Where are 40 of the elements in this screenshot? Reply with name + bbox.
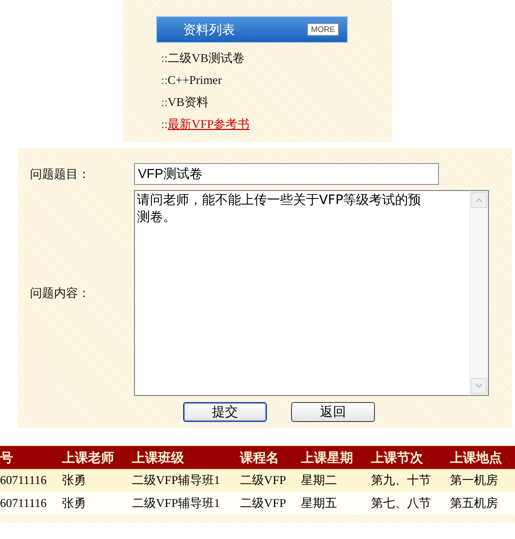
column-header: 课程名 <box>238 448 280 466</box>
resource-link[interactable]: 最新VFP参考书 <box>168 115 250 133</box>
more-button[interactable]: MORE <box>307 23 339 36</box>
scroll-up-icon[interactable] <box>471 192 487 208</box>
column-header: 上课班级 <box>131 448 185 466</box>
bullet-marker: :: <box>161 72 168 89</box>
table-cell-text: 第七、八节 <box>370 495 432 512</box>
table-cell-text: 第九、十节 <box>370 472 432 489</box>
resource-link[interactable]: 二级VB测试卷 <box>168 49 244 67</box>
column-header: 号 <box>0 448 14 466</box>
resource-link[interactable]: VB资料 <box>168 93 208 111</box>
table-cell-text: 二级VFP辅导班1 <box>131 495 222 512</box>
table-cell-text: 张勇 <box>61 472 87 489</box>
table-cell-text: 星期二 <box>300 472 338 489</box>
content-field[interactable]: 请问老师，能不能上传一些关于VFP等级考试的预测卷。 <box>134 190 469 396</box>
submit-button[interactable]: 提交 <box>183 402 267 422</box>
column-header: 上课星期 <box>300 448 354 466</box>
scroll-down-icon[interactable] <box>471 378 487 394</box>
bullet-marker: :: <box>161 116 168 133</box>
table-cell-text: 二级VFP <box>239 495 288 512</box>
back-button[interactable]: 返回 <box>291 402 375 422</box>
bullet-marker: :: <box>161 94 168 111</box>
table-cell-text: 第一机房 <box>449 472 499 489</box>
table-cell-text: 二级VFP <box>239 472 288 489</box>
table-cell-text: 张勇 <box>61 495 87 512</box>
table-cell-text: 60711116 <box>0 473 48 488</box>
scrollbar[interactable] <box>469 190 489 396</box>
panel-title: 资料列表 <box>183 22 235 38</box>
table-cell-text: 二级VFP辅导班1 <box>131 472 222 489</box>
table-cell-text: 第五机房 <box>449 495 499 512</box>
bullet-marker: :: <box>161 50 168 67</box>
title-label: 问题题目： <box>29 166 91 182</box>
table-cell-text: 60711116 <box>0 496 48 511</box>
table-cell-text: 星期五 <box>300 495 338 512</box>
content-label: 问题内容： <box>29 284 91 302</box>
column-header: 上课老师 <box>61 448 115 466</box>
resource-link[interactable]: C++Primer <box>168 71 222 89</box>
column-header: 上课节次 <box>370 448 424 466</box>
column-header: 上课地点 <box>449 448 503 466</box>
title-field[interactable]: VFP测试卷 <box>134 163 439 185</box>
